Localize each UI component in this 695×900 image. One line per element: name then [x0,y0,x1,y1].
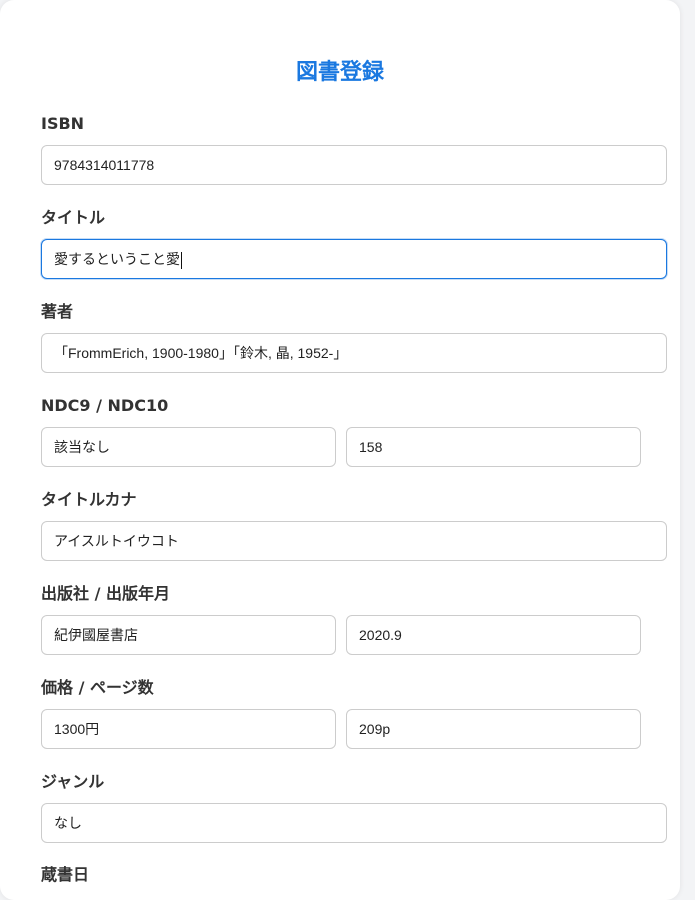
publish-date-value: 2020.9 [359,627,402,643]
price-label: 価格 / ページ数 [41,678,154,697]
isbn-value: 9784314011778 [54,157,155,173]
book-registration-card: 図書登録 ISBN 9784314011778 タイトル 愛するということ愛 著… [0,0,680,900]
pages-input[interactable]: 209p [346,709,641,749]
page-title: 図書登録 [295,60,384,85]
author-label: 著者 [41,302,74,321]
text-caret [181,251,182,269]
isbn-input[interactable]: 9784314011778 [41,145,667,185]
ndc10-value: 158 [359,439,383,455]
publisher-input[interactable]: 紀伊國屋書店 [41,615,336,655]
price-value: 1300円 [54,721,100,737]
kana-label: タイトルカナ [41,490,137,509]
publisher-label: 出版社 / 出版年月 [41,584,170,603]
publisher-value: 紀伊國屋書店 [54,627,138,643]
genre-value: なし [54,815,82,831]
title-value: 愛するということ愛 [54,251,180,267]
publish-date-input[interactable]: 2020.9 [346,615,641,655]
author-value: 「FrommErich, 1900-1980」「鈴木, 晶, 1952-」 [54,345,348,361]
ndc9-input[interactable]: 該当なし [41,427,336,467]
kana-input[interactable]: アイスルトイウコト [41,521,667,561]
title-input[interactable]: 愛するということ愛 [41,239,667,279]
author-input[interactable]: 「FrommErich, 1900-1980」「鈴木, 晶, 1952-」 [41,333,667,373]
ndc10-input[interactable]: 158 [346,427,641,467]
price-input[interactable]: 1300円 [41,709,336,749]
ndc9-value: 該当なし [54,439,110,455]
acquired-date-label: 蔵書日 [41,865,90,884]
ndc-label: NDC9 / NDC10 [41,396,169,415]
genre-input[interactable]: なし [41,803,667,843]
title-label: タイトル [41,208,106,227]
isbn-label: ISBN [41,114,85,133]
kana-value: アイスルトイウコト [54,533,179,549]
genre-label: ジャンル [41,772,105,791]
pages-value: 209p [359,721,391,737]
